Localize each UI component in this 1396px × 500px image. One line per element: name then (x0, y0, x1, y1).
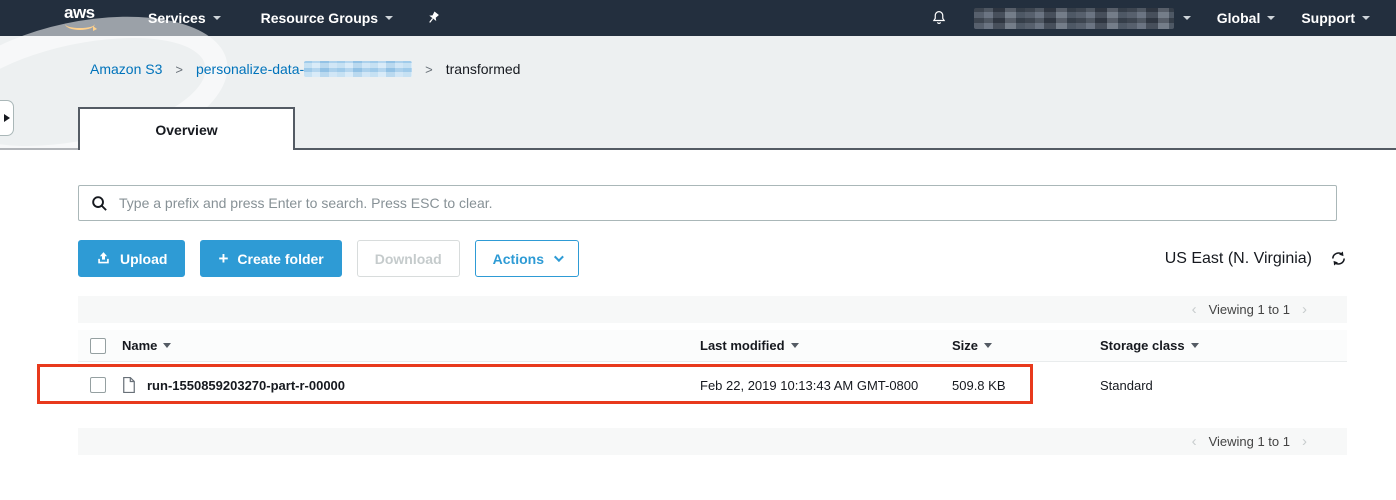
upload-icon (96, 251, 111, 266)
breadcrumb-bucket-prefix: personalize-data- (196, 61, 304, 77)
last-modified-cell: Feb 22, 2019 10:13:43 AM GMT-0800 (700, 378, 952, 393)
region-indicator: US East (N. Virginia) (1165, 250, 1347, 268)
next-page-icon[interactable]: › (1302, 433, 1307, 450)
table-header-row: Name Last modified Size Storage class (78, 330, 1347, 362)
bell-icon[interactable] (930, 9, 948, 27)
actions-dropdown-button[interactable]: Actions (475, 240, 579, 277)
search-input[interactable] (119, 195, 1324, 211)
chevron-right-icon (4, 114, 10, 122)
support-menu[interactable]: Support (1301, 10, 1370, 26)
sort-caret-icon (791, 343, 799, 348)
plus-icon: + (218, 250, 228, 267)
row-checkbox[interactable] (90, 377, 106, 393)
column-header-storage-class-label: Storage class (1100, 338, 1185, 353)
tab-overview[interactable]: Overview (78, 107, 295, 150)
breadcrumb-folder: transformed (446, 61, 521, 77)
breadcrumb-amazon-s3[interactable]: Amazon S3 (90, 61, 162, 77)
region-menu-global[interactable]: Global (1217, 10, 1276, 26)
refresh-icon[interactable] (1330, 250, 1347, 267)
table-row: run-1550859203270-part-r-00000 Feb 22, 2… (78, 362, 1347, 408)
next-page-icon[interactable]: › (1302, 301, 1307, 318)
sort-caret-icon (1191, 343, 1199, 348)
sort-caret-icon (984, 343, 992, 348)
chevron-down-icon (1183, 16, 1191, 20)
region-label: US East (N. Virginia) (1165, 250, 1312, 268)
chevron-down-icon (385, 16, 393, 20)
row-select-cell (78, 377, 122, 393)
create-folder-button[interactable]: + Create folder (200, 240, 341, 277)
download-button-label: Download (375, 251, 442, 267)
column-header-name[interactable]: Name (122, 338, 700, 353)
account-name-blurred (974, 8, 1174, 29)
previous-page-icon[interactable]: ‹ (1192, 301, 1197, 318)
main-content: Upload + Create folder Download Actions … (0, 185, 1396, 455)
breadcrumb: Amazon S3 > personalize-data- > transfor… (90, 61, 520, 77)
pagination-bar-top: ‹ Viewing 1 to 1 › (78, 296, 1347, 323)
toolbar: Upload + Create folder Download Actions … (78, 240, 1347, 277)
select-all-cell (78, 338, 122, 354)
chevron-down-icon (1362, 16, 1370, 20)
nav-resource-groups-menu[interactable]: Resource Groups (261, 10, 393, 26)
pagination-status: Viewing 1 to 1 (1209, 302, 1290, 317)
object-name-cell[interactable]: run-1550859203270-part-r-00000 (122, 376, 700, 394)
search-icon (91, 195, 108, 212)
previous-page-icon[interactable]: ‹ (1192, 433, 1197, 450)
chevron-down-icon (1267, 16, 1275, 20)
column-header-last-modified-label: Last modified (700, 338, 785, 353)
bucket-name-blurred (304, 61, 412, 77)
pushpin-icon[interactable] (425, 10, 441, 26)
chevron-down-icon (554, 252, 564, 262)
size-cell: 509.8 KB (952, 378, 1100, 393)
actions-button-label: Actions (493, 251, 544, 267)
s3-console-page: aws Services Resource Groups (0, 0, 1396, 500)
object-name: run-1550859203270-part-r-00000 (147, 378, 345, 393)
download-button[interactable]: Download (357, 240, 460, 277)
chevron-down-icon (213, 16, 221, 20)
select-all-checkbox[interactable] (90, 338, 106, 354)
sidebar-expand-handle[interactable] (0, 100, 14, 136)
upload-button-label: Upload (120, 251, 167, 267)
column-header-last-modified[interactable]: Last modified (700, 338, 952, 353)
pagination-bar-bottom: ‹ Viewing 1 to 1 › (78, 428, 1347, 455)
sort-caret-icon (163, 343, 171, 348)
tab-overview-label: Overview (155, 122, 217, 138)
column-header-storage-class[interactable]: Storage class (1100, 338, 1347, 353)
nav-support-label: Support (1301, 10, 1355, 26)
create-folder-button-label: Create folder (237, 251, 323, 267)
nav-resource-groups-label: Resource Groups (261, 10, 378, 26)
upload-button[interactable]: Upload (78, 240, 185, 277)
column-header-name-label: Name (122, 338, 157, 353)
top-nav-bar: aws Services Resource Groups (0, 0, 1396, 36)
breadcrumb-bucket[interactable]: personalize-data- (196, 61, 412, 77)
prefix-search-box (78, 185, 1337, 221)
nav-global-label: Global (1217, 10, 1261, 26)
account-menu[interactable] (974, 8, 1191, 29)
file-icon (122, 376, 136, 394)
page-header: Amazon S3 > personalize-data- > transfor… (0, 36, 1396, 150)
storage-class-cell: Standard (1100, 378, 1347, 393)
column-header-size[interactable]: Size (952, 338, 1100, 353)
column-header-size-label: Size (952, 338, 978, 353)
breadcrumb-separator: > (175, 62, 183, 77)
pagination-status: Viewing 1 to 1 (1209, 434, 1290, 449)
breadcrumb-separator: > (425, 62, 433, 77)
